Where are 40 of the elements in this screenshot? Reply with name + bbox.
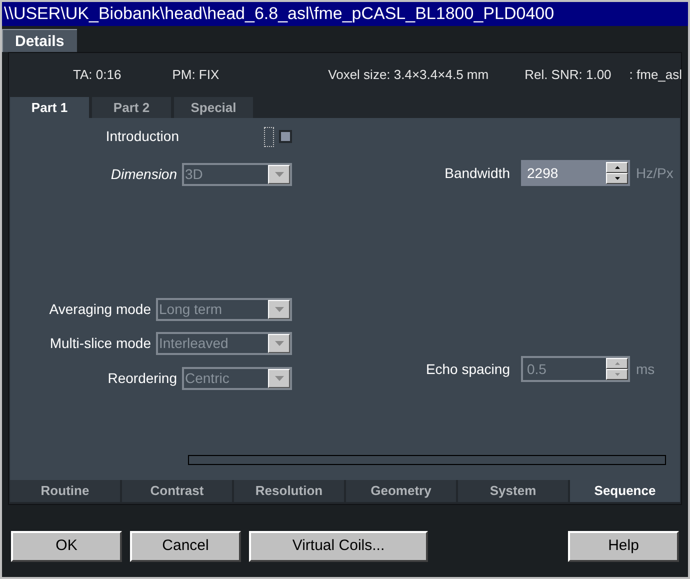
info-text: Rel. SNR: 1.00 (524, 66, 612, 84)
info-text: PM: FIX (172, 66, 220, 84)
field-label: Averaging mode (49, 300, 151, 319)
tab[interactable]: Routine (10, 480, 120, 502)
field-label: Multi-slice mode (50, 334, 151, 353)
window-title: \\USER\UK_Biobank\head\head_6.8_asl\fme_pCASL_BL1800_PLD0400 (2, 2, 688, 26)
focus-outline (264, 126, 274, 146)
button[interactable]: Cancel (130, 531, 241, 562)
button[interactable]: OK (11, 531, 122, 562)
info-text: TA: 0:16 (73, 66, 122, 84)
field-label: Bandwidth (444, 164, 510, 182)
tab[interactable]: Part 1 (10, 97, 89, 118)
field-label: Echo spacing (424, 360, 510, 379)
info-text: : fme_asl (629, 66, 682, 84)
field-label: Introduction (106, 127, 179, 146)
tab[interactable]: Details (2, 29, 77, 52)
unit-label: Hz/Px (636, 164, 674, 182)
button[interactable]: Virtual Coils... (249, 531, 428, 562)
tab[interactable]: Contrast (122, 480, 232, 502)
caret-icon (274, 341, 284, 346)
spin-box[interactable]: 2298 (521, 160, 630, 186)
arrow-icon (614, 362, 620, 365)
field-label: Dimension (110, 165, 177, 184)
checkbox[interactable] (279, 130, 292, 143)
caret-icon (274, 307, 284, 312)
arrow-icon (614, 166, 620, 169)
info-text: Voxel size: 3.4×3.4×4.5 mm (328, 66, 489, 84)
tab[interactable]: Special (174, 97, 253, 118)
tab[interactable]: Geometry (346, 480, 456, 502)
tab[interactable]: Resolution (234, 480, 344, 502)
tab[interactable]: Part 2 (92, 97, 171, 118)
tab[interactable]: System (458, 480, 568, 502)
caret-icon (274, 172, 284, 177)
arrow-icon (614, 373, 620, 376)
unit-label: ms (636, 360, 655, 378)
field-label: Reordering (108, 369, 177, 388)
tab[interactable]: Sequence (570, 480, 680, 502)
arrow-icon (614, 177, 620, 180)
button[interactable]: Help (568, 531, 679, 562)
caret-icon (274, 376, 284, 381)
